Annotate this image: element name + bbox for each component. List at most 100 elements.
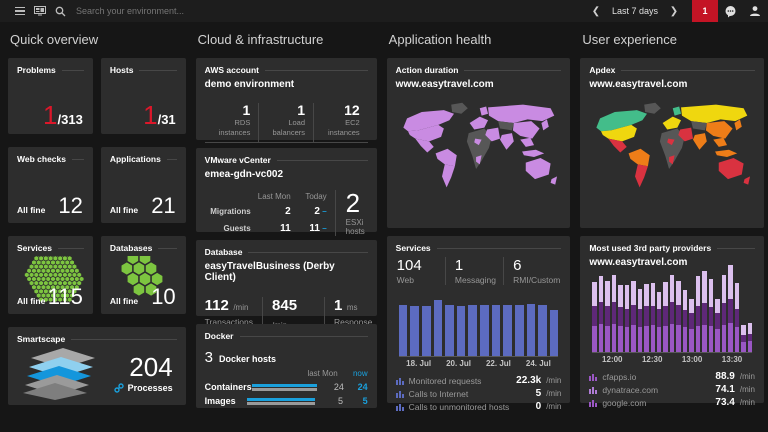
tile-title: Hosts bbox=[110, 65, 134, 75]
vcenter-name: emea-gdn-vc002 bbox=[205, 169, 368, 180]
applications-tile[interactable]: Applications All fine 21 bbox=[101, 147, 186, 223]
tile-title: Applications bbox=[110, 154, 161, 164]
map-region-indonesia bbox=[715, 150, 737, 157]
map-region-australia bbox=[525, 158, 550, 179]
esxi-hosts-stat: 2 ESXi hosts bbox=[335, 190, 368, 236]
services-health-tile[interactable]: Services 104 Web 1 Messaging 6 RMI/Custo… bbox=[387, 236, 571, 403]
quick-overview-column: Quick overview Problems 1/313 Hosts 1/31… bbox=[8, 30, 186, 416]
tile-title: AWS account bbox=[205, 65, 259, 75]
trend-flat-icon: – bbox=[322, 207, 326, 216]
vmware-vcenter-tile[interactable]: VMware vCenter emea-gdn-vc002 Last Mon T… bbox=[196, 148, 377, 232]
containers-bar bbox=[252, 384, 317, 391]
apdex-tile[interactable]: Apdex www.easytravel.com bbox=[580, 58, 764, 228]
problems-tile[interactable]: Problems 1/313 bbox=[8, 58, 93, 134]
tile-title: Smartscape bbox=[17, 334, 65, 344]
smartscape-tile[interactable]: Smartscape 204 Processes bbox=[8, 327, 186, 405]
map-region-australia bbox=[719, 158, 744, 179]
processes-count: 204 bbox=[114, 353, 173, 382]
tile-title: Apdex bbox=[589, 65, 615, 75]
column-title-user-experience: User experience bbox=[582, 32, 764, 50]
tile-title: Databases bbox=[110, 243, 153, 253]
databases-tile[interactable]: Databases All fine10 bbox=[101, 236, 186, 314]
action-duration-world-map bbox=[396, 100, 562, 192]
list-item-calls-unmonitored[interactable]: Calls to unmonitored hosts 0/min bbox=[396, 400, 562, 413]
application-name: www.easytravel.com bbox=[589, 79, 755, 90]
mini-bar-chart-icon bbox=[396, 390, 404, 398]
list-item-dynatrace[interactable]: dynatrace.com 74.1/min bbox=[589, 383, 755, 396]
applications-count: 21 bbox=[151, 195, 175, 217]
menu-icon[interactable] bbox=[10, 0, 30, 22]
status-label: All fine bbox=[17, 205, 45, 215]
column-header-last-mon: last Mon bbox=[304, 369, 338, 378]
chevron-left-icon[interactable]: ❮ bbox=[588, 6, 604, 17]
services-metrics-list: Monitored requests 22.3k/min Calls to In… bbox=[396, 374, 562, 413]
dashboard-icon[interactable] bbox=[30, 0, 50, 22]
hosts-problem-count: 1 bbox=[143, 102, 157, 128]
map-region-south-america-south bbox=[635, 164, 648, 187]
user-experience-column: User experience Apdex www.easytravel.com bbox=[580, 30, 764, 416]
hosts-total: /31 bbox=[158, 112, 176, 127]
map-region-southeast-asia bbox=[714, 138, 728, 147]
docker-row-containers: Containers 24 24 bbox=[205, 382, 368, 392]
map-region-indonesia bbox=[522, 150, 544, 157]
list-item-google[interactable]: google.com 73.4/min bbox=[589, 396, 755, 409]
aws-stat-ec2: 12 EC2 instances bbox=[313, 103, 368, 143]
chevron-right-icon[interactable]: ❯ bbox=[666, 6, 682, 17]
database-name: easyTravelBusiness (Derby Client) bbox=[205, 261, 368, 283]
docker-tile[interactable]: Docker 3 Docker hosts last Mon now Conta… bbox=[196, 324, 377, 408]
map-region-south-america-south bbox=[442, 164, 455, 187]
map-region-china bbox=[706, 121, 733, 138]
user-icon[interactable] bbox=[742, 0, 768, 22]
mini-bar-chart-icon bbox=[589, 399, 597, 407]
third-party-providers-tile[interactable]: Most used 3rd party providers www.easytr… bbox=[580, 236, 764, 403]
providers-stacked-bar-chart bbox=[589, 276, 755, 352]
dashboard: Quick overview Problems 1/313 Hosts 1/31… bbox=[0, 22, 768, 416]
column-title-cloud: Cloud & infrastructure bbox=[198, 32, 377, 50]
search-icon[interactable] bbox=[50, 0, 70, 22]
processes-label: Processes bbox=[128, 383, 173, 393]
mini-bar-chart-icon bbox=[589, 386, 597, 394]
chat-icon[interactable] bbox=[718, 0, 742, 22]
services-stat-web: 104 Web bbox=[396, 257, 445, 285]
list-item-cfapps[interactable]: cfapps.io 88.9/min bbox=[589, 370, 755, 383]
web-checks-tile[interactable]: Web checks All fine12 bbox=[8, 147, 93, 223]
map-region-south-america-north bbox=[629, 149, 650, 166]
tile-title: Most used 3rd party providers bbox=[589, 243, 711, 253]
list-item-calls-internet[interactable]: Calls to Internet 5/min bbox=[396, 387, 562, 400]
aws-account-tile[interactable]: AWS account demo environment 1 RDS insta… bbox=[196, 58, 377, 140]
map-region-china bbox=[513, 121, 540, 138]
map-region-russia bbox=[488, 105, 554, 123]
hosts-tile[interactable]: Hosts 1/31 bbox=[101, 58, 186, 134]
tile-title: Services bbox=[17, 243, 52, 253]
map-region-new-zealand bbox=[550, 176, 556, 184]
action-duration-tile[interactable]: Action duration www.easytravel.com bbox=[387, 58, 571, 228]
time-range-selector[interactable]: Last 7 days bbox=[604, 6, 666, 16]
services-stat-rmi: 6 RMI/Custom bbox=[503, 257, 561, 285]
map-region-mexico bbox=[415, 139, 433, 153]
problems-notification-badge[interactable]: 1 bbox=[692, 0, 718, 22]
tile-title: Problems bbox=[17, 65, 56, 75]
topbar: ❮ Last 7 days ❯ 1 bbox=[0, 0, 768, 22]
docker-hosts-count: 3 bbox=[205, 349, 213, 366]
map-region-southeast-asia bbox=[520, 138, 534, 147]
column-header-now: now bbox=[338, 369, 368, 378]
aws-environment-name: demo environment bbox=[205, 79, 368, 90]
services-tile[interactable]: Services All fine115 bbox=[8, 236, 93, 314]
services-stat-messaging: 1 Messaging bbox=[445, 257, 503, 285]
database-tile[interactable]: Database easyTravelBusiness (Derby Clien… bbox=[196, 240, 377, 316]
docker-row-images: Images 5 5 bbox=[205, 396, 368, 406]
search-input[interactable] bbox=[74, 5, 374, 17]
column-header-today: Today bbox=[295, 192, 331, 201]
map-region-europe bbox=[469, 117, 487, 130]
apdex-world-map bbox=[589, 100, 755, 192]
status-label: All fine bbox=[110, 296, 138, 306]
status-label: All fine bbox=[110, 205, 138, 215]
vmware-table: Last Mon Today Migrations 2 2 – Guests 1… bbox=[205, 190, 331, 236]
application-name: www.easytravel.com bbox=[396, 79, 562, 90]
map-region-new-zealand bbox=[744, 176, 750, 184]
list-item-monitored-requests[interactable]: Monitored requests 22.3k/min bbox=[396, 374, 562, 387]
services-bar-chart bbox=[396, 294, 562, 356]
aws-stat-load-balancers: 1 Load balancers bbox=[258, 103, 313, 143]
aws-stat-rds: 1 RDS instances bbox=[205, 103, 259, 143]
tile-title: Database bbox=[205, 247, 243, 257]
